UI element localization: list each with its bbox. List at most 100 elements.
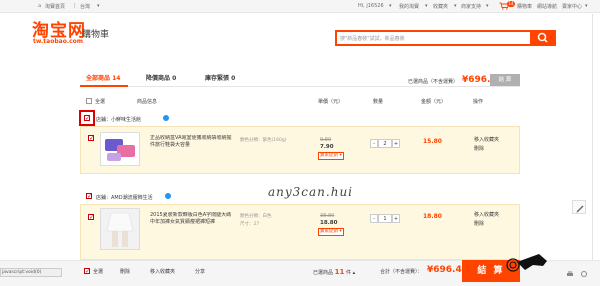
- chevron-down-icon[interactable]: ▾: [486, 3, 489, 9]
- chevron-down-icon[interactable]: ▾: [425, 3, 428, 9]
- bottom-move-favorites-link[interactable]: 移入收藏夾: [150, 268, 175, 275]
- chevron-down-icon[interactable]: ▾: [389, 3, 392, 9]
- move-to-favorites-link[interactable]: 移入收藏夾: [474, 212, 499, 219]
- total-label: 合計（不含運費）：: [380, 269, 423, 275]
- quantity-increase-button[interactable]: +: [392, 214, 400, 223]
- tab-low-stock[interactable]: 庫存緊張 0: [205, 73, 235, 82]
- checkmark-icon: ✓: [89, 135, 95, 142]
- top-checkout-button[interactable]: 結 算: [490, 74, 520, 86]
- product-title[interactable]: 2015夏裝新款韓版白色A字闊腿大碼中年加褲女氣質顯瘦裙褲短褲: [150, 212, 236, 234]
- bottom-share-link[interactable]: 分享: [195, 268, 205, 275]
- shop-support-link[interactable]: 商家支持: [461, 3, 481, 10]
- column-subtotal: 金額（元）: [421, 99, 447, 105]
- shop-checkbox[interactable]: ✓: [84, 115, 91, 122]
- chevron-down-icon: ▾: [339, 153, 342, 158]
- product-sku-size: 尺寸：27: [240, 222, 260, 227]
- page-edge-divider: [592, 14, 593, 286]
- product-sku: 顏色分類：紫色(160g): [240, 138, 287, 143]
- selected-count: 11: [334, 268, 345, 276]
- delete-item-link[interactable]: 刪除: [474, 146, 484, 153]
- home-icon[interactable]: ⌂: [38, 3, 41, 9]
- checkmark-icon: ✓: [85, 268, 91, 275]
- bottom-select-all-checkbox[interactable]: ✓: [84, 268, 91, 275]
- site-nav-link[interactable]: 網站導航: [537, 3, 557, 10]
- user-greeting[interactable]: Hi, j16526: [358, 3, 384, 9]
- chevron-down-icon[interactable]: ▾: [454, 3, 457, 9]
- tab-all-items[interactable]: 全部商品 14: [86, 73, 120, 82]
- promo-badge[interactable]: 賣家促銷 ▾: [318, 152, 344, 160]
- selected-count-label: 已選商品 11 件 ▴: [313, 268, 355, 276]
- quantity-input[interactable]: 1: [378, 214, 392, 223]
- divider: |: [74, 3, 76, 9]
- chevron-down-icon: ▾: [339, 229, 342, 234]
- top-navigation-bar: ⌂ 淘寶首頁 | 台灣 ▾ Hi, j16526 ▾ 我的淘寶 ▾ 收藏夾 ▾ …: [0, 0, 600, 13]
- column-unit-price: 單價（元）: [318, 99, 344, 105]
- settings-icon[interactable]: [580, 270, 588, 278]
- shop-name[interactable]: 店鋪：AMD潮流服飾生活: [96, 194, 153, 201]
- tab-price-drop[interactable]: 降價商品 0: [146, 73, 176, 82]
- cart-item-row: [80, 204, 520, 260]
- checkmark-icon: ✓: [89, 214, 95, 221]
- selected-items-label: 已選商品（不含運費）: [408, 79, 459, 85]
- chevron-down-icon[interactable]: ▾: [585, 3, 588, 9]
- quantity-input[interactable]: 2: [378, 139, 392, 148]
- chat-icon[interactable]: [165, 193, 171, 199]
- pencil-icon: [576, 205, 584, 213]
- product-title[interactable]: 正品收納盒VA電室便攜收納袋收納擺件旅行鞋袋大容量: [150, 135, 236, 157]
- column-select-all: 全選: [95, 99, 106, 105]
- tab-count: 0: [172, 75, 177, 82]
- printer-icon[interactable]: [566, 270, 574, 278]
- move-to-favorites-link[interactable]: 移入收藏夾: [474, 137, 499, 144]
- cart-item-row: [80, 126, 520, 174]
- delete-item-link[interactable]: 刪除: [474, 221, 484, 228]
- cursor-hand-icon: [506, 254, 547, 272]
- selected-prefix: 已選商品: [313, 270, 334, 276]
- column-actions: 操作: [473, 99, 484, 105]
- tab-count: 0: [231, 75, 236, 82]
- logo-url: tw.taobao.com: [33, 38, 84, 45]
- quantity-decrease-button[interactable]: -: [370, 139, 378, 148]
- checkmark-icon: ✓: [85, 115, 91, 122]
- item-checkbox[interactable]: ✓: [88, 214, 95, 221]
- tabs-divider: [80, 86, 520, 87]
- bottom-select-all-label[interactable]: 全選: [93, 268, 103, 275]
- product-thumbnail[interactable]: [100, 208, 140, 250]
- item-checkbox[interactable]: ✓: [88, 135, 95, 142]
- favorites-link[interactable]: 收藏夾: [433, 3, 448, 10]
- item-subtotal: 15.80: [423, 138, 442, 145]
- product-image: [105, 139, 135, 161]
- tab-active-indicator: [80, 85, 128, 87]
- cart-link[interactable]: 購物車: [517, 3, 532, 10]
- promo-label: 賣家促銷: [320, 229, 338, 234]
- my-taobao-link[interactable]: 我的淘寶: [399, 3, 419, 10]
- watermark: any3can.hui: [268, 185, 354, 199]
- product-thumbnail[interactable]: [100, 132, 140, 166]
- current-price: 7.90: [320, 144, 334, 150]
- shop-checkbox[interactable]: ✓: [86, 193, 92, 200]
- seller-center-link[interactable]: 賣家中心: [562, 3, 582, 10]
- chevron-down-icon[interactable]: ▾: [97, 3, 100, 9]
- item-subtotal: 18.80: [423, 213, 442, 220]
- column-product-info: 商品信息: [137, 99, 158, 105]
- quantity-decrease-button[interactable]: -: [370, 214, 378, 223]
- promo-badge[interactable]: 賣家促銷 ▾: [318, 228, 344, 236]
- home-link[interactable]: 淘寶首頁: [45, 3, 65, 10]
- tab-count: 14: [112, 75, 121, 82]
- bottom-delete-link[interactable]: 刪除: [120, 268, 130, 275]
- shop-name[interactable]: 店鋪：小鮮味生活館: [96, 116, 141, 123]
- browser-status-bar: javascript:void(0): [0, 268, 62, 277]
- quantity-increase-button[interactable]: +: [392, 139, 400, 148]
- chevron-up-icon[interactable]: ▴: [353, 270, 356, 276]
- tab-label: 庫存緊張: [205, 75, 230, 82]
- search-button[interactable]: [530, 30, 556, 46]
- product-sku: 顏色分類：白色: [240, 214, 272, 219]
- chat-icon[interactable]: [163, 115, 169, 121]
- cart-count-badge: 14: [507, 1, 515, 7]
- region-selector[interactable]: 台灣: [80, 3, 90, 10]
- column-quantity: 數量: [373, 99, 384, 105]
- tab-label: 降價商品: [146, 75, 171, 82]
- edit-tool-button[interactable]: [572, 200, 586, 214]
- select-all-checkbox[interactable]: [86, 98, 92, 104]
- product-image: [101, 209, 139, 249]
- promo-label: 賣家促銷: [320, 153, 338, 158]
